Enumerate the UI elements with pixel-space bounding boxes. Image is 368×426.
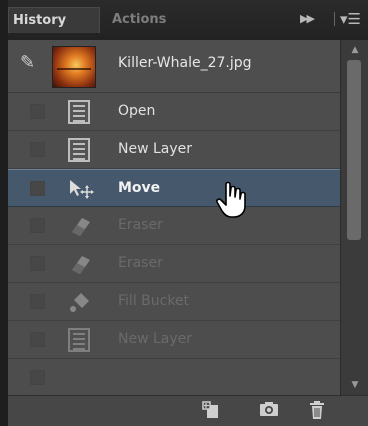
paint-bucket-icon	[68, 290, 90, 314]
history-state-row-partial[interactable]	[8, 359, 340, 395]
snapshot-row[interactable]: ✎ Killer-Whale_27.jpg	[8, 40, 340, 93]
history-state-list: ✎ Killer-Whale_27.jpg Open New Layer Mov…	[8, 40, 340, 395]
tab-actions[interactable]: Actions	[112, 7, 166, 33]
history-state-row[interactable]: Open	[8, 93, 340, 131]
history-source-checkbox[interactable]	[30, 218, 45, 233]
history-state-label: Open	[118, 103, 156, 119]
history-source-checkbox[interactable]	[30, 104, 45, 119]
history-state-row[interactable]: Fill Bucket	[8, 283, 340, 321]
camera-icon[interactable]	[258, 400, 280, 420]
document-icon	[68, 100, 90, 124]
history-state-label: New Layer	[118, 141, 193, 157]
scroll-down-arrow-icon[interactable]: ▼	[341, 377, 368, 393]
history-source-checkbox[interactable]	[30, 370, 45, 385]
eraser-icon	[68, 252, 90, 276]
toolbar-separator	[334, 12, 335, 26]
new-document-from-state-icon[interactable]	[200, 400, 222, 420]
history-state-row[interactable]: Eraser	[8, 207, 340, 245]
history-state-row-selected[interactable]: Move	[8, 169, 340, 207]
scroll-up-arrow-icon[interactable]: ▲	[341, 42, 368, 58]
history-panel: History Actions ▶▶ ▾☰ ✎ Killer-Whale_27.…	[8, 0, 368, 426]
history-state-label: Fill Bucket	[118, 293, 190, 309]
double-chevron-right-icon[interactable]: ▶▶	[300, 8, 315, 30]
scrollbar[interactable]: ▲ ▼	[340, 40, 368, 395]
document-icon	[68, 328, 90, 352]
eraser-icon	[68, 214, 90, 238]
history-state-row[interactable]: New Layer	[8, 321, 340, 359]
history-source-checkbox[interactable]	[30, 142, 45, 157]
panel-bottom-bar	[8, 395, 368, 426]
history-brush-icon[interactable]: ✎	[20, 52, 35, 73]
history-state-label: New Layer	[118, 331, 193, 347]
history-source-checkbox[interactable]	[30, 294, 45, 309]
document-icon	[68, 138, 90, 162]
snapshot-name: Killer-Whale_27.jpg	[118, 55, 252, 71]
hand-cursor-icon	[215, 180, 249, 220]
history-state-label: Eraser	[118, 217, 163, 233]
scrollbar-thumb[interactable]	[347, 60, 361, 240]
history-state-label: Move	[118, 180, 161, 196]
panel-tab-bar: History Actions ▶▶ ▾☰	[8, 0, 368, 41]
trash-icon[interactable]	[306, 400, 328, 420]
panel-menu-icon[interactable]: ▾☰	[340, 8, 361, 30]
move-tool-icon	[68, 177, 94, 201]
history-state-row[interactable]: New Layer	[8, 131, 340, 169]
history-source-checkbox[interactable]	[30, 181, 45, 196]
history-state-label: Eraser	[118, 255, 163, 271]
history-source-checkbox[interactable]	[30, 332, 45, 347]
history-state-row[interactable]: Eraser	[8, 245, 340, 283]
tab-history[interactable]: History	[8, 7, 100, 33]
history-source-checkbox[interactable]	[30, 256, 45, 271]
snapshot-thumbnail	[52, 46, 96, 88]
